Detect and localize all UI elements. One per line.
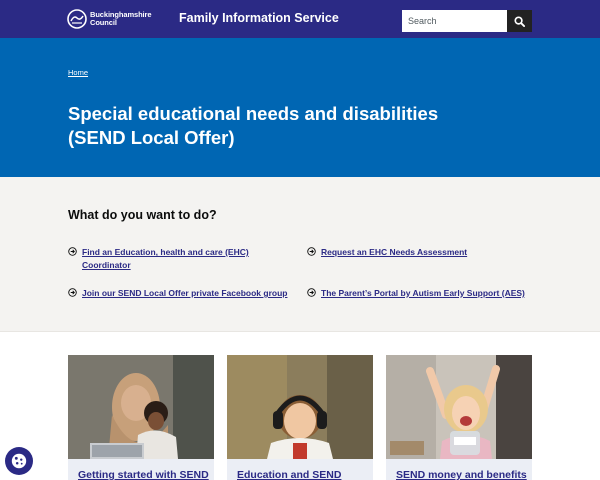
task-links-section: What do you want to do? Find an Educatio…	[0, 177, 600, 332]
task-link-facebook-group[interactable]: Join our SEND Local Offer private Facebo…	[68, 287, 298, 300]
council-logo-icon	[67, 9, 87, 29]
topic-cards-section: Getting started with SEND Education and …	[0, 332, 600, 480]
arrow-circle-icon	[307, 288, 316, 297]
card-education[interactable]: Education and SEND	[227, 355, 373, 480]
task-link-label: Request an EHC Needs Assessment	[321, 247, 468, 257]
card-image-mother-child	[68, 355, 214, 459]
card-footer: Education and SEND	[227, 459, 373, 480]
task-link-label: Find an Education, health and care (EHC)…	[82, 247, 249, 270]
arrow-circle-icon	[68, 247, 77, 256]
council-logo[interactable]: Buckinghamshire Council	[67, 8, 157, 30]
task-link-ehc-coordinator[interactable]: Find an Education, health and care (EHC)…	[68, 246, 268, 272]
arrow-circle-icon	[307, 247, 316, 256]
cookie-settings-button[interactable]	[5, 447, 33, 475]
task-link-label: Join our SEND Local Offer private Facebo…	[82, 288, 288, 298]
task-link-label: The Parent’s Portal by Autism Early Supp…	[321, 288, 525, 298]
logo-text: Buckinghamshire Council	[90, 10, 152, 28]
card-title: Getting started with SEND	[78, 469, 209, 480]
card-getting-started[interactable]: Getting started with SEND	[68, 355, 214, 480]
task-link-parents-portal[interactable]: The Parent’s Portal by Autism Early Supp…	[307, 287, 547, 300]
card-image-child-headphones	[227, 355, 373, 459]
arrow-circle-icon	[68, 288, 77, 297]
tasks-heading: What do you want to do?	[68, 208, 217, 222]
card-footer: Getting started with SEND	[68, 459, 214, 480]
breadcrumb-home[interactable]: Home	[68, 68, 88, 77]
cookie-icon	[11, 453, 27, 469]
card-image-child-celebrating	[386, 355, 532, 459]
card-footer: SEND money and benefits	[386, 459, 532, 480]
logo-line-2: Council	[90, 18, 117, 27]
hero-banner: Home Special educational needs and disab…	[0, 38, 600, 177]
task-link-ehc-assessment[interactable]: Request an EHC Needs Assessment	[307, 246, 527, 259]
card-money-benefits[interactable]: SEND money and benefits	[386, 355, 532, 480]
card-title: SEND money and benefits	[396, 469, 527, 480]
search-input[interactable]	[402, 10, 507, 32]
service-name-link[interactable]: Family Information Service	[179, 11, 339, 25]
site-header: Buckinghamshire Council Family Informati…	[0, 0, 600, 38]
card-title: Education and SEND	[237, 469, 342, 480]
search-button[interactable]	[507, 10, 532, 32]
search-icon	[514, 15, 525, 27]
page-title: Special educational needs and disabiliti…	[68, 103, 439, 148]
